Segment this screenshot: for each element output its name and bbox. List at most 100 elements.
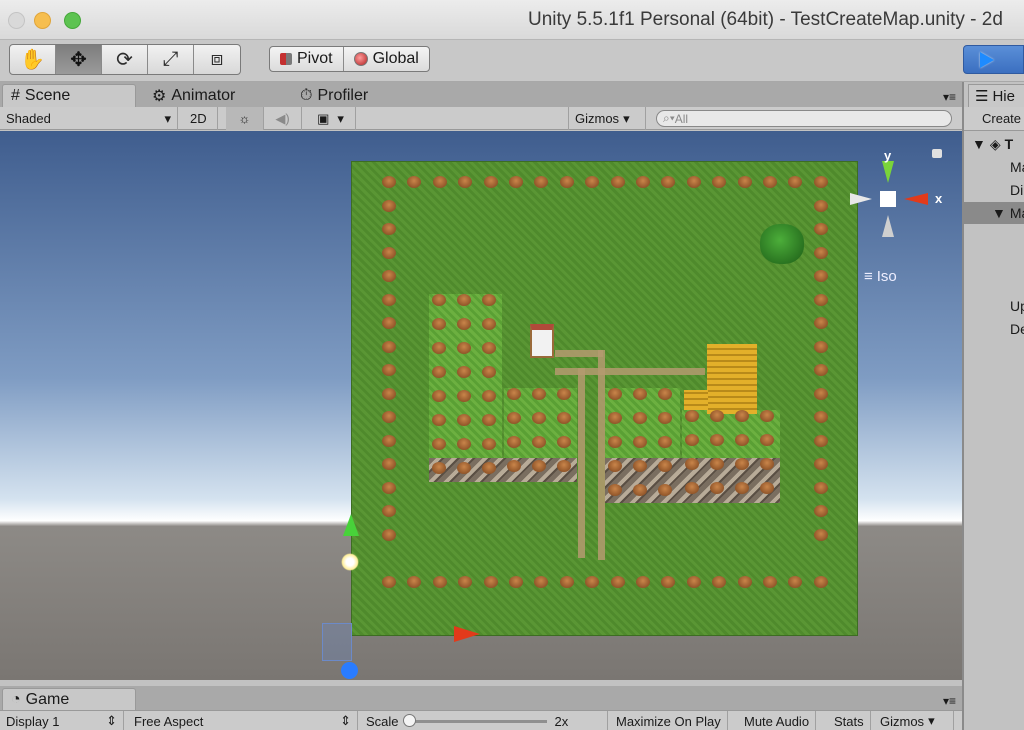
tab-hierarchy[interactable]: ☰ Hie — [968, 84, 1024, 107]
stump-sprite — [788, 176, 803, 188]
rotate-tool-button[interactable]: ⟳ — [102, 45, 148, 74]
stump-sprite — [483, 576, 498, 588]
stump-sprite — [559, 576, 574, 588]
maximize-window-button[interactable] — [64, 12, 81, 29]
stump-sprite — [608, 484, 622, 496]
tab-menu-icon[interactable]: ▾≡ — [943, 90, 956, 104]
stump-sprite — [737, 576, 752, 588]
mute-audio-toggle[interactable]: Mute Audio — [738, 711, 817, 730]
tab-menu-icon[interactable]: ▾≡ — [943, 694, 956, 708]
stump-sprite — [686, 176, 701, 188]
main-toolbar: ✋ ✥ ⟳ ⤢ ⧈ Pivot Global — [0, 40, 1024, 82]
projection-toggle[interactable]: ≡ Iso — [864, 268, 897, 285]
hierarchy-item-selected[interactable]: ▼ Ma — [964, 202, 1024, 224]
scale-label: Scale — [366, 713, 399, 729]
stump-sprite — [636, 176, 650, 188]
scale-slider-knob[interactable] — [402, 713, 416, 727]
hierarchy-item[interactable]: Up — [1010, 295, 1024, 317]
aspect-dropdown[interactable]: Free Aspect ⇕ — [128, 711, 358, 730]
chevron-down-icon: ▾ — [337, 110, 344, 126]
stump-sprite — [735, 410, 749, 422]
move-z-handle[interactable] — [341, 662, 358, 679]
stump-sprite — [382, 293, 396, 306]
stump-sprite — [432, 366, 446, 378]
stump-sprite — [534, 176, 549, 188]
stump-sprite — [382, 458, 396, 470]
gizmos-dropdown[interactable]: Gizmos ▾ — [568, 107, 646, 130]
global-label: Global — [372, 50, 419, 67]
tab-scene[interactable]: # Scene — [2, 84, 136, 107]
hierarchy-item-scene[interactable]: ▼ ◈ T — [972, 133, 1013, 155]
stump-sprite — [432, 462, 446, 474]
scene-search-input[interactable]: ⌕▾ All — [656, 110, 952, 127]
lock-icon[interactable] — [932, 149, 942, 158]
shading-mode-dropdown[interactable]: Shaded ▾ — [0, 107, 178, 130]
scale-slider[interactable] — [402, 713, 547, 727]
scene-orientation-gizmo[interactable]: y x — [845, 151, 955, 251]
list-icon: ☰ — [975, 88, 989, 105]
game-gizmos-dropdown[interactable]: Gizmos ▾ — [874, 711, 954, 730]
chevron-down-icon: ▾ — [164, 110, 171, 126]
stump-sprite — [382, 340, 396, 353]
speaker-icon: ◀) — [275, 110, 290, 126]
global-button[interactable]: Global — [344, 47, 429, 71]
stump-sprite — [710, 458, 724, 470]
stump-sprite — [633, 484, 647, 496]
animator-icon: ⚙ — [152, 87, 167, 105]
hierarchy-panel: ☰ Hie Create ▼ ◈ T Ma Di ▼ Ma Up De — [962, 82, 1024, 730]
create-dropdown[interactable]: Create — [982, 111, 1021, 126]
2d-toggle[interactable]: 2D — [184, 107, 218, 130]
stump-sprite — [735, 458, 749, 470]
tile-map[interactable] — [352, 162, 857, 635]
hierarchy-item[interactable]: De — [1010, 318, 1024, 340]
close-window-button[interactable] — [8, 12, 25, 29]
tree-sprite — [760, 224, 804, 264]
scene-viewport[interactable]: y x ≡ Iso — [0, 131, 962, 680]
audio-toggle[interactable]: ◀) — [264, 107, 302, 130]
stump-sprite — [532, 460, 546, 472]
stump-sprite — [814, 364, 828, 376]
hierarchy-item-label: Ma — [1010, 159, 1024, 175]
scale-tool-button[interactable]: ⤢ — [148, 45, 194, 74]
stump-sprite — [457, 318, 471, 330]
stump-sprite — [636, 576, 650, 588]
display-dropdown[interactable]: Display 1 ⇕ — [0, 711, 124, 730]
stump-sprite — [559, 176, 574, 188]
scale-control[interactable]: Scale 2x — [360, 711, 608, 730]
move-y-handle[interactable] — [343, 514, 359, 536]
minimize-window-button[interactable] — [34, 12, 51, 29]
stump-sprite — [382, 270, 396, 282]
move-tool-button[interactable]: ✥ — [56, 45, 102, 74]
lighting-toggle[interactable]: ☼ — [226, 107, 264, 130]
stump-sprite — [658, 484, 672, 496]
stump-sprite — [432, 294, 446, 306]
play-icon — [980, 52, 994, 68]
maximize-on-play-toggle[interactable]: Maximize On Play — [610, 711, 728, 730]
effects-dropdown[interactable]: ▣ ▾ — [306, 107, 356, 130]
tab-game[interactable]: ◔ Game — [2, 688, 136, 711]
stump-sprite — [735, 434, 749, 446]
hierarchy-item[interactable]: Ma — [1010, 156, 1024, 178]
stump-sprite — [814, 458, 828, 470]
stump-sprite — [557, 460, 571, 472]
stump-sprite — [458, 176, 473, 188]
transform-tools: ✋ ✥ ⟳ ⤢ ⧈ — [9, 44, 241, 75]
move-x-handle[interactable] — [454, 626, 480, 642]
stump-sprite — [557, 388, 571, 400]
hand-tool-button[interactable]: ✋ — [10, 45, 56, 74]
tab-animator[interactable]: ⚙ Animator — [144, 84, 243, 107]
tab-profiler[interactable]: ⏱ Profiler — [292, 84, 376, 107]
stump-sprite — [585, 576, 600, 588]
pivot-button[interactable]: Pivot — [270, 47, 344, 71]
stump-sprite — [382, 387, 396, 400]
play-button[interactable] — [963, 45, 1024, 74]
stump-sprite — [735, 482, 749, 494]
stats-toggle[interactable]: Stats — [828, 711, 871, 730]
stump-sprite — [457, 390, 471, 402]
stump-sprite — [507, 388, 521, 400]
scale-icon: ⤢ — [162, 48, 179, 70]
search-icon: ⌕▾ — [663, 111, 675, 125]
rect-tool-button[interactable]: ⧈ — [194, 45, 240, 74]
dirt-path — [555, 350, 603, 357]
hierarchy-item[interactable]: Di — [1010, 179, 1023, 201]
